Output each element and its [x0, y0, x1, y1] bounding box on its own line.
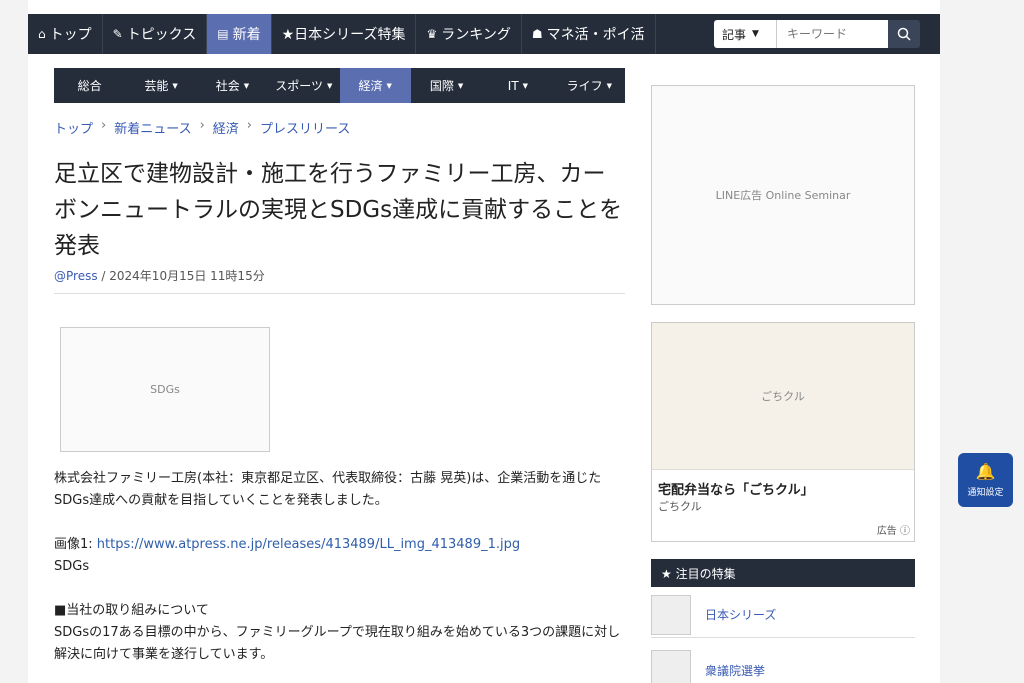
nav-ranking[interactable]: ♛ ランキング [416, 14, 522, 54]
category-life[interactable]: ライフ ▼ [554, 68, 625, 103]
paragraph: SDGsの17ある目標の中から、ファミリーグループで現在取り組みを始めている3つ… [54, 625, 621, 662]
chevron-right-icon: › [199, 118, 205, 133]
feature-item[interactable]: 衆議院選挙 [651, 647, 915, 683]
features-heading: ★ 注目の特集 [651, 559, 915, 587]
caret-down-icon: ▼ [327, 81, 333, 90]
feature-thumbnail [651, 650, 691, 683]
nav-new[interactable]: ▤ 新着 [207, 14, 272, 54]
image-caption: SDGs [54, 559, 90, 574]
nav-money[interactable]: ☗ マネ活・ポイ活 [522, 14, 656, 54]
article-meta: @Press / 2024年10月15日 11時15分 [54, 267, 265, 284]
caret-down-icon: ▼ [522, 81, 529, 90]
bento-ad-sponsor: ごちクル [658, 500, 702, 513]
nav-japan-series[interactable]: ★日本シリーズ特集 [272, 14, 417, 54]
breadcrumb-link[interactable]: トップ [54, 118, 93, 137]
breadcrumb-link[interactable]: 経済 [213, 118, 239, 137]
search-input[interactable] [776, 20, 888, 48]
publish-date: / 2024年10月15日 11時15分 [97, 269, 265, 283]
top-nav-bar: ⌂ トップ ✎ トピックス ▤ 新着 ★日本シリーズ特集 ♛ ランキング ☗ マネ活・ポイ… [28, 14, 940, 54]
article-body: 株式会社ファミリー工房(本社：東京都足立区、代表取締役：古藤 晃英)は、企業活動… [54, 468, 629, 666]
search-scope-select[interactable]: 記事 ▼ [714, 20, 776, 48]
article-image[interactable]: SDGs [60, 327, 270, 452]
search-button[interactable] [888, 20, 920, 48]
feature-thumbnail [651, 594, 691, 635]
breadcrumb-link[interactable]: プレスリリース [260, 118, 350, 137]
line-ad-banner[interactable]: LINE広告 Online Seminar [651, 85, 915, 305]
search-icon [897, 27, 911, 41]
category-international[interactable]: 国際 ▼ [411, 68, 482, 103]
ad-info-label[interactable]: 広告 ⓘ [877, 522, 910, 537]
page: ⌂ トップ ✎ トピックス ▤ 新着 ★日本シリーズ特集 ♛ ランキング ☗ マネ活・ポイ… [28, 0, 940, 683]
feature-item[interactable]: 日本シリーズ [651, 592, 915, 638]
category-sports[interactable]: スポーツ ▼ [268, 68, 339, 103]
caret-down-icon: ▼ [606, 81, 613, 90]
category-general[interactable]: 総合 [54, 68, 125, 103]
nav-topics[interactable]: ✎ トピックス [103, 14, 208, 54]
category-economy[interactable]: 経済 ▼ [339, 68, 411, 103]
caret-down-icon: ▼ [386, 81, 392, 90]
image-link[interactable]: https://www.atpress.ne.jp/releases/41348… [97, 537, 520, 552]
nav-home[interactable]: ⌂ トップ [28, 14, 103, 54]
paragraph: 株式会社ファミリー工房(本社：東京都足立区、代表取締役：古藤 晃英)は、企業活動… [54, 471, 602, 508]
category-society[interactable]: 社会 ▼ [197, 68, 268, 103]
image-reference: 画像1: https://www.atpress.ne.jp/releases/… [54, 537, 521, 552]
chevron-down-icon: ▼ [752, 29, 759, 39]
breadcrumb: トップ › 新着ニュース › 経済 › プレスリリース [54, 118, 350, 137]
source-link[interactable]: @Press [54, 269, 98, 283]
crown-icon: ♛ [426, 27, 438, 41]
article-title: 足立区で建物設計・施工を行うファミリー工房、カーボンニュートラルの実現とSDGs… [54, 161, 623, 259]
section-heading: ■当社の取り組みについて [54, 603, 209, 618]
divider [54, 293, 625, 294]
bento-ad-image: ごちクル [652, 323, 914, 470]
coin-bag-icon: ☗ [531, 27, 543, 41]
home-icon: ⌂ [38, 27, 46, 41]
chevron-right-icon: › [246, 118, 252, 133]
caret-down-icon: ▼ [243, 81, 250, 90]
category-nav: 総合 芸能 ▼ 社会 ▼ スポーツ ▼ 経済 ▼ 国際 ▼ IT ▼ ライフ ▼ [54, 68, 625, 103]
breadcrumb-link[interactable]: 新着ニュース [114, 118, 191, 137]
pencil-icon: ✎ [112, 27, 123, 41]
category-entertainment[interactable]: 芸能 ▼ [125, 68, 196, 103]
search-form: 記事 ▼ [714, 20, 920, 48]
bento-ad-headline[interactable]: 宅配弁当なら「ごちクル」 [658, 479, 814, 498]
notification-settings-button[interactable]: 🔔 通知設定 [958, 453, 1013, 507]
caret-down-icon: ▼ [457, 81, 464, 90]
chevron-right-icon: › [101, 118, 107, 133]
bento-ad[interactable]: ごちクル 宅配弁当なら「ごちクル」 ごちクル 広告 ⓘ [651, 322, 915, 542]
category-it[interactable]: IT ▼ [482, 68, 553, 103]
document-icon: ▤ [217, 27, 229, 41]
caret-down-icon: ▼ [172, 81, 178, 90]
bell-icon: 🔔 [975, 462, 996, 481]
